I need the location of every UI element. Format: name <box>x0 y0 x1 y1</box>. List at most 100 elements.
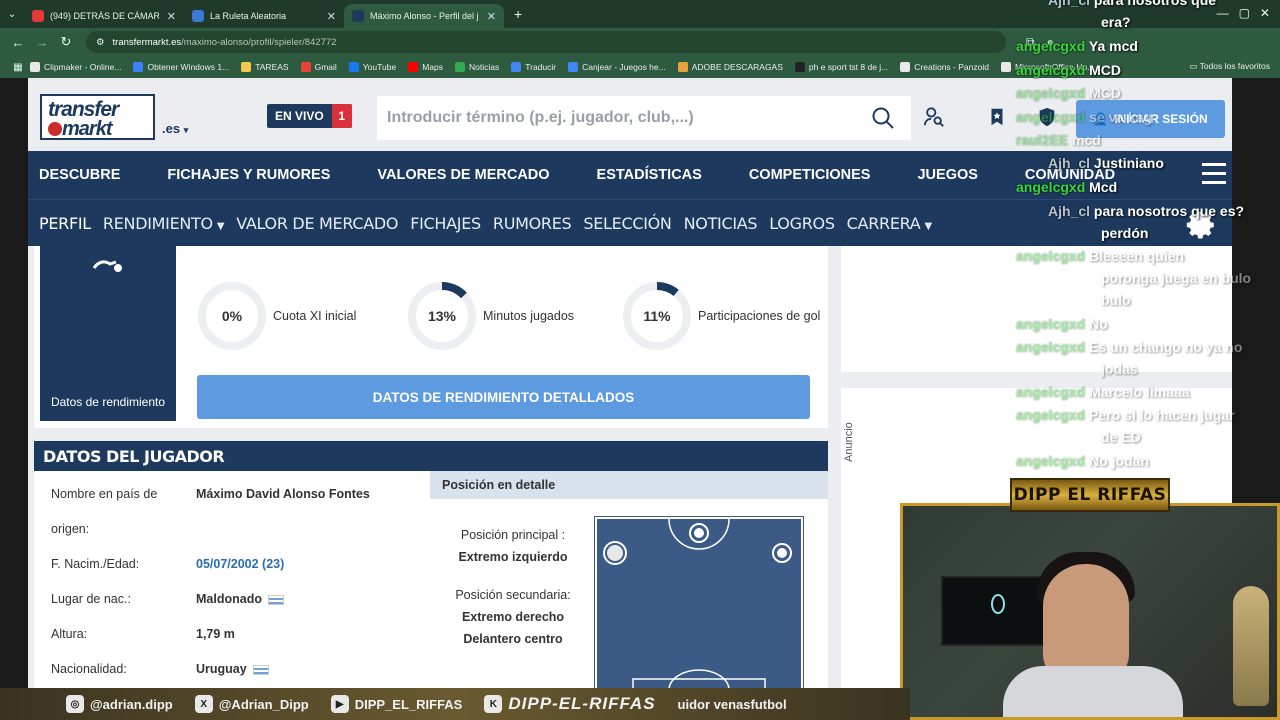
close-tab-icon[interactable]: ✕ <box>159 10 176 23</box>
youtube-icon: ▶ <box>330 695 349 713</box>
close-tab-icon[interactable]: ✕ <box>319 10 336 23</box>
bookmark-item[interactable]: ph e sport tst 8 de j... <box>794 62 888 72</box>
performance-stat: 11% Participaciones de gol <box>622 282 820 350</box>
stat-ring: 0% <box>197 281 267 351</box>
chat-message: angelcgxd Mcd <box>1016 179 1118 195</box>
chat-message: angelcgxd No jodan <box>1016 453 1150 469</box>
monitor-icon <box>941 576 1051 646</box>
search-box <box>377 96 911 140</box>
bookmark-item[interactable]: Gmail <box>300 62 337 72</box>
forward-icon[interactable]: → <box>30 35 54 50</box>
live-count-badge: 1 <box>331 104 352 128</box>
bookmark-favicon-icon <box>900 62 911 72</box>
chat-message: angelcgxd MCD <box>1016 85 1122 101</box>
subnav-item[interactable]: LOGROS <box>769 214 835 233</box>
bookmark-item[interactable]: Traducir <box>511 62 556 72</box>
chat-message: Ajh_cl para nosotros que era? <box>1048 0 1217 30</box>
url-input[interactable]: ⚙ transfermarkt.es/maximo-alonso/profil/… <box>86 31 1006 53</box>
bookmark-item[interactable]: Obtener Windows 1... <box>133 62 229 72</box>
bookmark-favicon-icon <box>408 62 419 72</box>
bookmark-favicon-icon <box>300 62 311 72</box>
bookmark-icon[interactable] <box>986 106 1008 128</box>
performance-stat: 0% Cuota XI inicial <box>197 282 356 350</box>
bookmark-item[interactable]: YouTube <box>348 62 396 72</box>
tab-search-icon[interactable]: ⌄ <box>0 0 24 28</box>
country-selector[interactable]: .es ▾ <box>162 121 188 136</box>
browser-tab[interactable]: Máximo Alonso - Perfil del jug ✕ <box>344 4 504 28</box>
url-host: transfermarkt.es <box>112 36 182 48</box>
chat-message: angelcgxd Es un chango no ya no jodas <box>1016 339 1243 377</box>
back-icon[interactable]: ← <box>6 35 30 50</box>
browser-tab[interactable]: (949) DETRÁS DE CÁMARAS co✕ <box>24 4 184 28</box>
site-info-icon[interactable]: ⚙ <box>96 37 105 48</box>
transfermarkt-logo[interactable]: transfer markt <box>40 94 155 140</box>
main-position-label: Posición principal : <box>460 528 566 542</box>
bookmark-item[interactable]: Creations - Panzoid <box>900 62 989 72</box>
main-nav-item[interactable]: FICHAJES Y RUMORES <box>167 167 330 183</box>
bookmark-favicon-icon <box>455 62 465 72</box>
bookmark-favicon-icon <box>241 62 252 72</box>
caret-down-icon: ▼ <box>216 220 225 232</box>
stream-bottom-bar: ◎ @adrian.dipp X @Adrian_Dipp ▶ DIPP_EL_RIF… <box>0 688 910 720</box>
live-button[interactable]: EN VIVO 1 <box>267 104 352 128</box>
url-path: /maximo-alonso/profil/spieler/842772 <box>181 36 337 48</box>
main-position: Extremo izquierdo <box>458 550 568 564</box>
main-nav-item[interactable]: VALORES DE MERCADO <box>377 167 549 183</box>
user-search-icon[interactable] <box>923 106 945 128</box>
performance-card: Datos de rendimiento 0% Cuota XI inicial 1… <box>34 246 828 428</box>
subnav-item[interactable]: RUMORES <box>493 214 572 233</box>
bookmark-item[interactable]: TAREAS <box>241 62 289 72</box>
bookmark-item[interactable]: Clipmaker - Online... <box>30 62 121 72</box>
bookmark-item[interactable]: ADOBE DESCARAGAS <box>677 62 783 72</box>
chat-message: Ajh_cl para nosotros que es? perdón <box>1048 203 1245 241</box>
chat-message: raul2EE mcd <box>1016 132 1101 148</box>
browser-tab[interactable]: La Ruleta Aleatoria ✕ <box>184 4 344 28</box>
uruguay-flag-icon <box>252 664 269 675</box>
uruguay-flag-icon <box>267 594 284 605</box>
stream-badge: DIPP EL RIFFAS <box>1010 478 1170 512</box>
subnav-item[interactable]: CARRERA ▼ <box>847 214 932 233</box>
search-icon[interactable] <box>871 106 895 130</box>
webcam-overlay <box>900 503 1280 720</box>
main-nav-item[interactable]: DESCUBRE <box>39 167 120 183</box>
search-input[interactable] <box>387 106 857 130</box>
position-detail: Posición en detalle Posición principal :… <box>430 471 828 720</box>
bookmark-favicon-icon <box>677 62 688 72</box>
secondary-position-1: Extremo derecho <box>461 610 565 624</box>
player-data-title: DATOS DEL JUGADOR <box>34 441 828 471</box>
caret-down-icon: ▾ <box>183 125 189 135</box>
stat-ring: 11% <box>622 281 692 351</box>
bookmark-favicon-icon <box>133 62 144 72</box>
kick-icon: K <box>484 695 503 713</box>
reload-icon[interactable]: ↻ <box>54 34 78 50</box>
secondary-position-2: Delantero centro <box>463 632 563 646</box>
tab-favicon-icon <box>192 10 204 22</box>
position-pitch <box>594 516 804 693</box>
main-nav-item[interactable]: JUEGOS <box>917 167 977 183</box>
chat-message: angelcgxd Ya mcd <box>1016 38 1138 54</box>
subnav-item[interactable]: VALOR DE MERCADO <box>236 214 398 233</box>
position-detail-header: Posición en detalle <box>430 471 828 499</box>
subnav-item[interactable]: NOTICIAS <box>684 214 758 233</box>
subnav-item[interactable]: PERFIL <box>39 214 91 233</box>
bookmark-item[interactable]: Canjear - Juegos he... <box>568 62 666 72</box>
new-tab-button[interactable]: + <box>504 6 522 22</box>
bookmark-item[interactable]: Maps <box>408 62 443 72</box>
subnav-item[interactable]: FICHAJES <box>410 214 481 233</box>
secondary-position-marker-cf <box>689 523 709 543</box>
close-tab-icon[interactable]: ✕ <box>479 10 496 23</box>
performance-side-panel[interactable]: Datos de rendimiento <box>40 246 176 421</box>
tab-favicon-icon <box>352 10 364 22</box>
detailed-performance-button[interactable]: DATOS DE RENDIMIENTO DETALLADOS <box>197 375 810 419</box>
main-nav-item[interactable]: ESTADÍSTICAS <box>597 167 702 183</box>
stat-ring: 13% <box>407 281 477 351</box>
secondary-position-marker-rw <box>772 543 792 563</box>
player-data-card: DATOS DEL JUGADOR Nombre en país de orige… <box>34 441 828 720</box>
subnav-item[interactable]: SELECCIÓN <box>583 214 672 233</box>
stream-chat: Ajh_cl para nosotros que era? angelcgxd Ya… <box>1010 0 1280 480</box>
subnav-item[interactable]: RENDIMIENTO ▼ <box>103 214 225 233</box>
bookmark-item[interactable]: Noticias <box>455 62 499 72</box>
player-kick-icon <box>92 260 122 272</box>
main-nav-item[interactable]: COMPETICIONES <box>749 167 871 183</box>
apps-icon[interactable]: ▦ <box>6 62 30 73</box>
